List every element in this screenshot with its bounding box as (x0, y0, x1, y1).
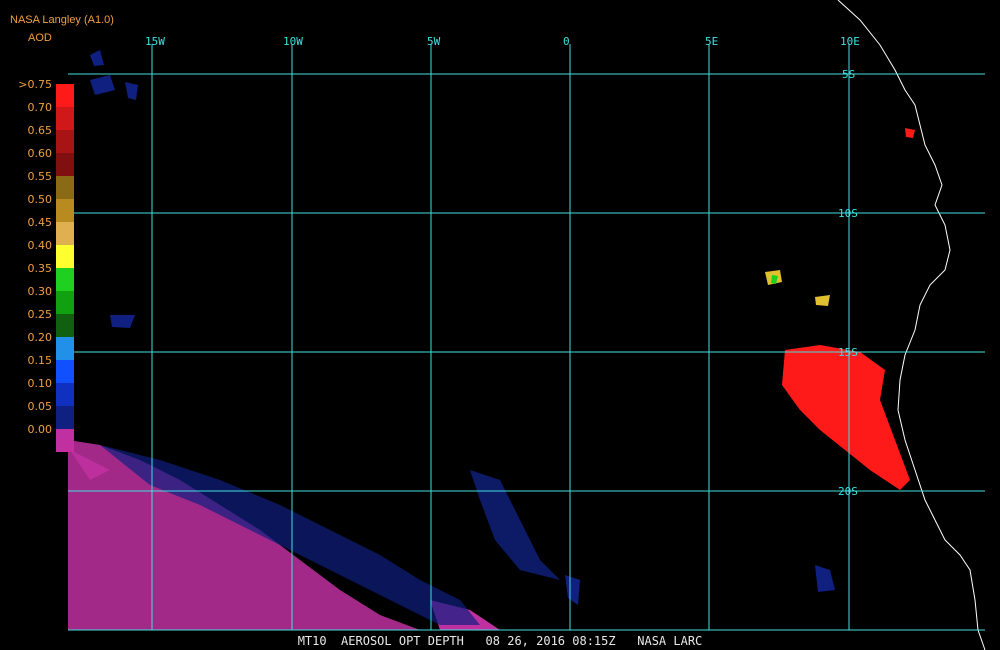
lon-label-10w: 10W (283, 35, 303, 48)
colorbar (56, 84, 74, 452)
colorbar-swatch (56, 406, 74, 429)
colorbar-tick-label: 0.40 (27, 239, 53, 252)
colorbar-tick-label: 0.00 (27, 423, 53, 436)
colorbar-tick-label: >0.75 (18, 78, 52, 91)
lat-label-20s: 20S (838, 485, 858, 498)
lon-label-10e: 10E (840, 35, 860, 48)
colorbar-swatch (56, 245, 74, 268)
product-label: AOD (28, 32, 52, 44)
colorbar-tick-label: 0.50 (27, 193, 53, 206)
colorbar-tick-label: 0.15 (27, 354, 53, 367)
colorbar-tick-label: 0.70 (27, 101, 53, 114)
lon-label-5e: 5E (705, 35, 718, 48)
lat-label-5s: 5S (842, 68, 855, 81)
source-label: NASA Langley (A1.0) (10, 14, 114, 26)
colorbar-swatch (56, 176, 74, 199)
colorbar-tick-label: 0.25 (27, 308, 53, 321)
footer-caption: MT10 AEROSOL OPT DEPTH 08 26, 2016 08:15… (297, 634, 703, 648)
colorbar-tick-label: 0.45 (27, 216, 53, 229)
colorbar-swatch (56, 314, 74, 337)
colorbar-tick-label: 0.20 (27, 331, 53, 344)
colorbar-tick-label: 0.60 (27, 147, 53, 160)
lon-label-15w: 15W (145, 35, 165, 48)
aod-map: 15W 10W 5W 0 5E 10E 5S 10S 15S 20S (0, 0, 1000, 650)
colorbar-swatch (56, 153, 74, 176)
colorbar-swatch (56, 199, 74, 222)
colorbar-swatch (56, 84, 74, 107)
colorbar-swatch (56, 107, 74, 130)
colorbar-swatch (56, 337, 74, 360)
colorbar-swatch (56, 268, 74, 291)
colorbar-tick-label: 0.30 (27, 285, 53, 298)
colorbar-swatch (56, 429, 74, 452)
colorbar-swatch (56, 360, 74, 383)
colorbar-swatch (56, 291, 74, 314)
lon-label-5w: 5W (427, 35, 441, 48)
colorbar-tick-label: 0.35 (27, 262, 53, 275)
lat-label-15s: 15S (838, 346, 858, 359)
lon-label-0: 0 (563, 35, 570, 48)
colorbar-swatch (56, 222, 74, 245)
colorbar-tick-label: 0.65 (27, 124, 53, 137)
colorbar-tick-label: 0.55 (27, 170, 53, 183)
colorbar-tick-label: 0.10 (27, 377, 53, 390)
lat-label-10s: 10S (838, 207, 858, 220)
colorbar-swatch (56, 130, 74, 153)
colorbar-tick-label: 0.05 (27, 400, 53, 413)
colorbar-swatch (56, 383, 74, 406)
